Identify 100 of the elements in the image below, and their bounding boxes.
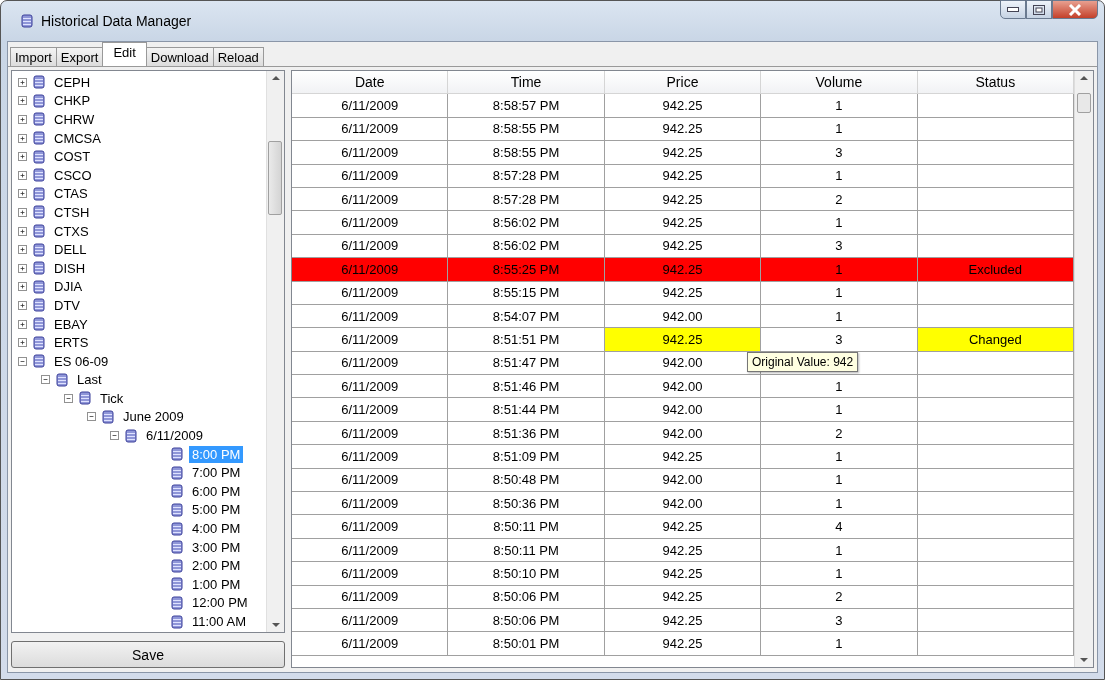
tree-item[interactable]: DTV — [51, 296, 83, 314]
tree-item[interactable]: DISH — [51, 259, 89, 277]
tree-item[interactable]: 1:00 PM — [189, 575, 244, 593]
tree-item[interactable]: 3:00 PM — [189, 538, 244, 556]
database-icon — [102, 410, 114, 424]
table-cell: 1 — [761, 304, 918, 329]
close-button[interactable] — [1052, 0, 1098, 19]
database-icon — [171, 577, 183, 592]
tab[interactable]: Export — [55, 47, 104, 66]
table-cell: 6/11/2009 — [292, 141, 449, 165]
table-cell: 942.25 — [604, 585, 762, 609]
tree-item[interactable]: 4:00 PM — [189, 520, 244, 538]
tree-item[interactable]: CTAS — [51, 185, 91, 203]
tree-item[interactable]: DELL — [51, 241, 90, 259]
table-cell: 6/11/2009 — [292, 609, 449, 633]
table-cell: 8:51:44 PM — [448, 398, 605, 422]
database-icon — [33, 112, 45, 127]
tree-item[interactable]: Last — [74, 371, 105, 389]
tree-item[interactable]: 7:00 PM — [189, 464, 244, 482]
expand-icon[interactable] — [18, 115, 27, 124]
expand-icon[interactable] — [18, 207, 27, 217]
tab[interactable]: Import — [10, 47, 57, 66]
database-icon — [171, 484, 183, 499]
tree-item[interactable]: CEPH — [51, 73, 94, 91]
tree-item[interactable]: ERTS — [51, 334, 92, 352]
expand-icon[interactable] — [18, 189, 27, 199]
tree-item[interactable]: CHKP — [51, 92, 94, 110]
tree-item[interactable]: 11:00 AM — [189, 613, 249, 630]
expand-icon[interactable] — [18, 263, 27, 273]
table-cell: 942.25 — [604, 281, 762, 305]
tree-item[interactable]: DJIA — [51, 278, 86, 296]
scroll-down-icon[interactable] — [1080, 658, 1088, 662]
database-icon — [33, 224, 45, 239]
column-header[interactable]: Status — [917, 71, 1074, 95]
scroll-up-icon[interactable] — [1080, 76, 1088, 80]
table-cell: 6/11/2009 — [292, 258, 449, 282]
table-cell: 8:50:11 PM — [448, 538, 605, 563]
tree-item[interactable]: 6/11/2009 — [143, 427, 206, 445]
table-cell: 6/11/2009 — [292, 164, 449, 188]
table-cell: 1 — [761, 211, 918, 235]
tree-item[interactable]: CHRW — [51, 111, 98, 128]
collapse-icon[interactable] — [110, 431, 119, 441]
tree-item[interactable]: CSCO — [51, 166, 95, 184]
expand-icon[interactable] — [18, 226, 27, 236]
expand-icon[interactable] — [18, 245, 27, 255]
table-cell: 6/11/2009 — [292, 468, 449, 493]
tree-item[interactable]: 6:00 PM — [189, 482, 244, 500]
tree-item[interactable]: June 2009 — [120, 408, 187, 426]
table-cell: 8:50:11 PM — [448, 515, 605, 539]
table-cell: 8:51:47 PM — [448, 351, 605, 376]
expand-icon[interactable] — [18, 338, 27, 348]
tree-item[interactable]: Tick — [97, 389, 127, 407]
scrollbar[interactable] — [1074, 71, 1093, 667]
expand-icon[interactable] — [18, 152, 27, 162]
expand-icon[interactable] — [18, 300, 27, 310]
column-header[interactable]: Date — [292, 71, 449, 95]
expand-icon[interactable] — [18, 77, 27, 87]
expand-icon[interactable] — [18, 319, 27, 329]
expand-icon[interactable] — [18, 133, 27, 143]
scroll-thumb[interactable] — [1077, 93, 1091, 113]
tab[interactable]: Reload — [212, 47, 264, 66]
column-header[interactable]: Time — [448, 71, 605, 95]
tree-item[interactable]: CMCSA — [51, 129, 104, 147]
table-cell: 8:50:06 PM — [448, 585, 605, 609]
scroll-thumb[interactable] — [268, 141, 282, 215]
scrollbar[interactable] — [266, 71, 284, 632]
expand-icon[interactable] — [18, 282, 27, 292]
tree-item[interactable]: CTSH — [51, 203, 93, 221]
table-cell: 6/11/2009 — [292, 585, 449, 609]
expand-icon[interactable] — [18, 170, 27, 180]
maximize-button[interactable] — [1026, 0, 1052, 19]
tree-item[interactable]: COST — [51, 148, 94, 166]
database-icon — [33, 75, 45, 90]
tree-item[interactable]: EBAY — [51, 315, 91, 333]
table-cell: 8:50:01 PM — [448, 632, 605, 656]
table-cell: 8:57:28 PM — [448, 187, 605, 212]
collapse-icon[interactable] — [41, 375, 50, 385]
tree-item[interactable]: CTXS — [51, 222, 92, 240]
tree-item[interactable]: ES 06-09 — [51, 352, 112, 370]
table-cell: 942.00 — [604, 468, 762, 493]
table-cell: 6/11/2009 — [292, 375, 449, 399]
database-icon — [171, 465, 183, 480]
collapse-icon[interactable] — [87, 412, 96, 422]
collapse-icon[interactable] — [64, 393, 73, 403]
table-cell: 6/11/2009 — [292, 445, 449, 469]
save-button[interactable]: Save — [11, 641, 285, 668]
database-icon — [125, 428, 137, 443]
tree-item[interactable]: 12:00 PM — [189, 594, 251, 612]
collapse-icon[interactable] — [18, 356, 27, 366]
tree-item[interactable]: 2:00 PM — [189, 557, 244, 575]
scroll-up-icon[interactable] — [271, 76, 280, 80]
scroll-down-icon[interactable] — [271, 623, 280, 627]
expand-icon[interactable] — [18, 96, 27, 106]
tab[interactable]: Edit — [102, 42, 147, 66]
column-header[interactable]: Volume — [761, 71, 918, 95]
tree-item[interactable]: 5:00 PM — [189, 501, 244, 519]
column-header[interactable]: Price — [604, 71, 762, 95]
tab[interactable]: Download — [145, 47, 214, 66]
table-cell: 1 — [761, 375, 918, 399]
minimize-button[interactable] — [1000, 0, 1026, 19]
